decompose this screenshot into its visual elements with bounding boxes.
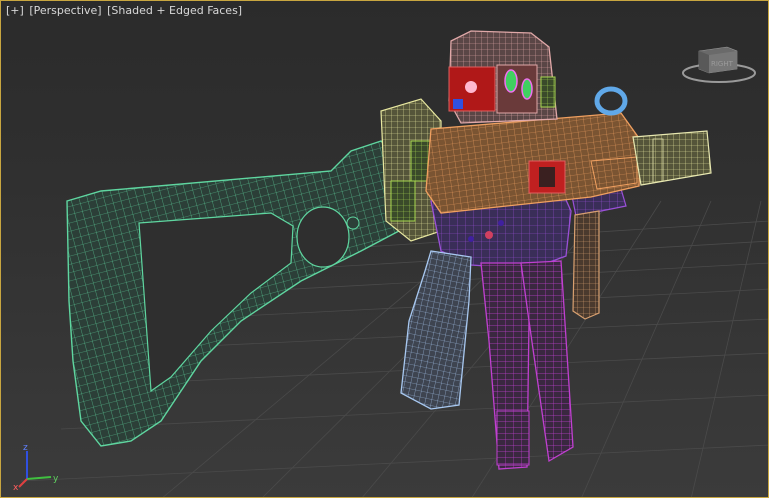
y-axis-label: y bbox=[53, 474, 59, 484]
viewport-scene[interactable] bbox=[1, 1, 769, 498]
viewcube-icon[interactable]: RIGHT bbox=[681, 39, 757, 83]
viewcube-face-label: RIGHT bbox=[711, 60, 734, 68]
viewport-view-button[interactable]: [Perspective] bbox=[28, 4, 102, 17]
x-axis-label: x bbox=[13, 483, 19, 491]
viewport-shading-button[interactable]: [Shaded + Edged Faces] bbox=[106, 4, 243, 17]
stock-mesh[interactable] bbox=[66, 140, 402, 447]
vertical-foregrip-mesh[interactable] bbox=[572, 210, 600, 320]
viewport-label-bar: [+] [Perspective] [Shaded + Edged Faces] bbox=[5, 4, 243, 17]
magazine-mesh[interactable] bbox=[480, 260, 574, 470]
axis-tripod-icon: z y x bbox=[13, 443, 59, 491]
sling-ring-mesh[interactable] bbox=[594, 86, 628, 116]
z-axis-label: z bbox=[23, 443, 28, 453]
barrel-mesh[interactable] bbox=[632, 130, 712, 186]
red-dot-sight-mesh[interactable] bbox=[448, 30, 558, 124]
y-axis-line bbox=[26, 476, 52, 480]
perspective-viewport[interactable]: [+] [Perspective] [Shaded + Edged Faces]… bbox=[0, 0, 769, 498]
x-axis-line bbox=[18, 478, 28, 488]
pistol-grip-mesh[interactable] bbox=[400, 250, 472, 410]
viewport-menu-button[interactable]: [+] bbox=[5, 4, 25, 17]
